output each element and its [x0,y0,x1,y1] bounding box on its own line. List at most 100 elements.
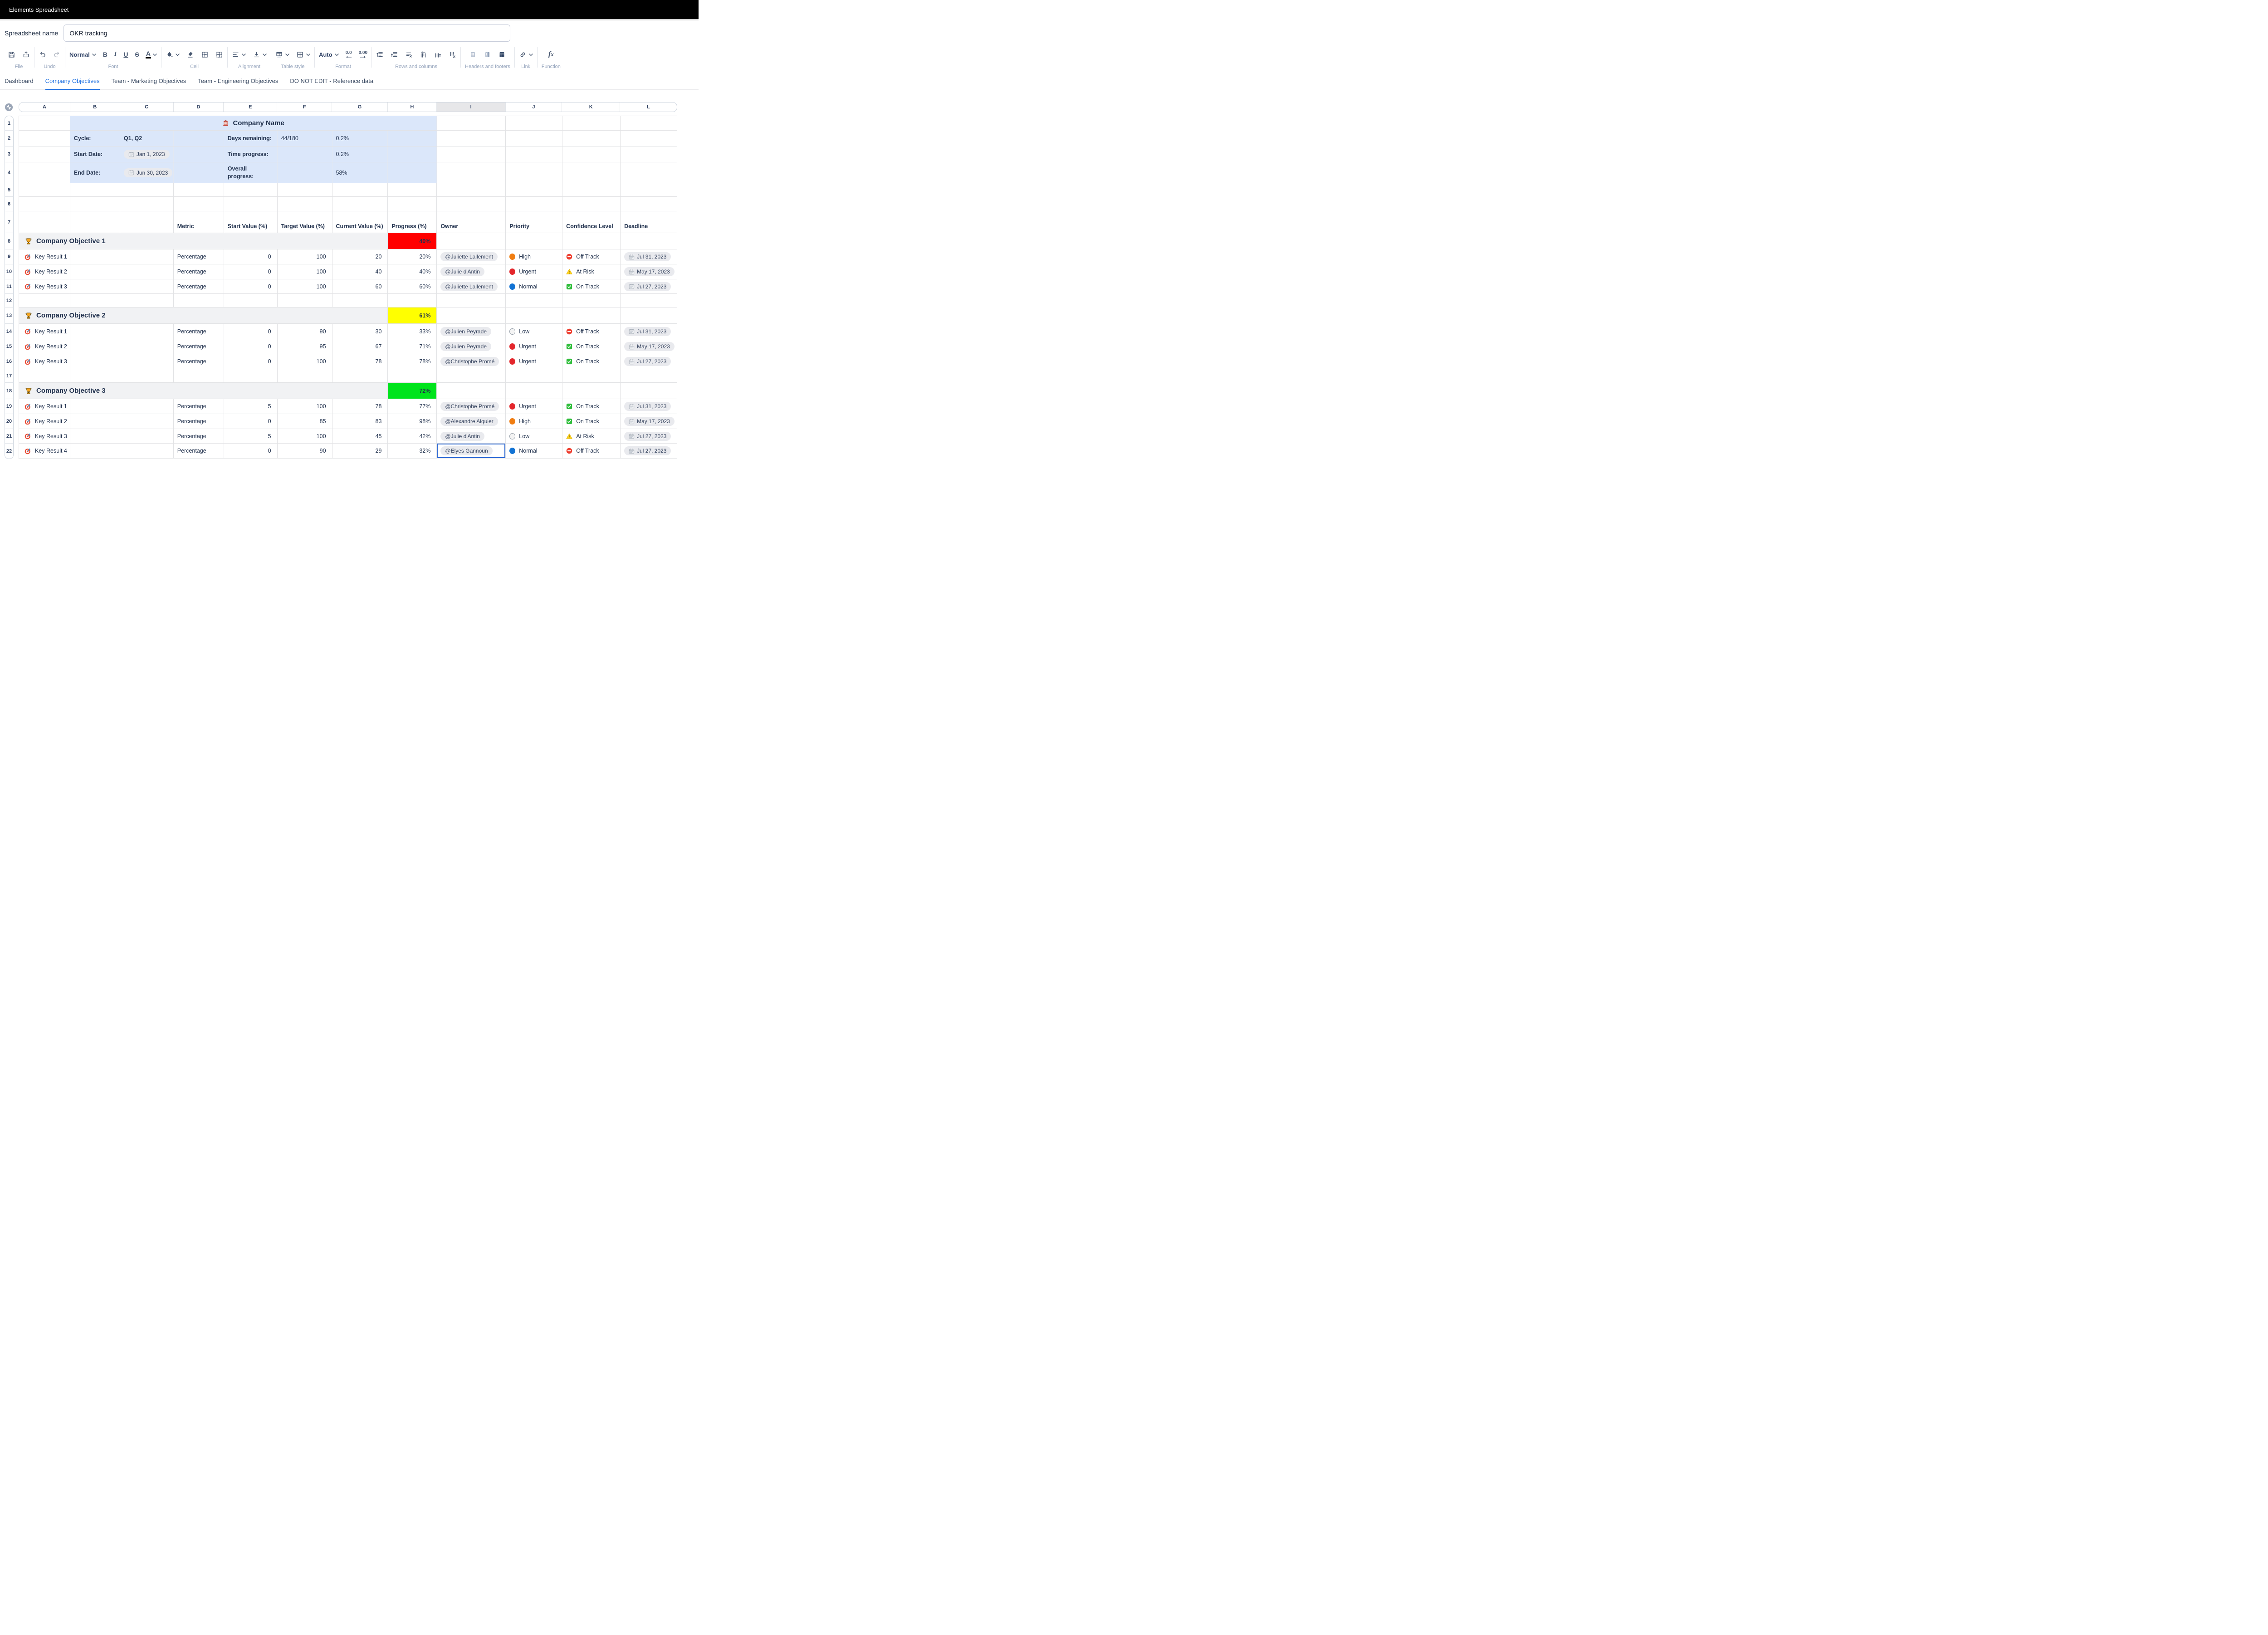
toolbar-fill-color-button[interactable] [166,50,180,59]
cell-B11[interactable] [70,279,120,293]
cell-J5[interactable] [506,183,562,196]
cell-L13[interactable] [621,307,677,323]
row-header-3[interactable]: 3 [5,146,13,162]
toolbar-underline-button[interactable]: U [123,51,128,58]
cell-B12[interactable] [70,294,120,307]
cell-C2[interactable]: Q1, Q2 [120,131,174,146]
cell-A3[interactable] [19,146,70,162]
cell-A8[interactable]: Company Objective 1 [19,233,388,249]
cell-H2[interactable] [388,131,437,146]
toolbar-decimal-increase-button[interactable]: 0.00 [359,50,367,59]
row-header-13[interactable]: 13 [5,307,13,324]
cell-I21[interactable]: @Julie d'Antin [437,429,506,443]
column-header-K[interactable]: K [562,102,620,112]
cell-D21[interactable]: Percentage [174,429,224,443]
cell-H8[interactable]: 40% [388,233,437,249]
cell-E14[interactable]: 0 [224,324,278,339]
row-header-11[interactable]: 11 [5,279,13,294]
cell-F3[interactable] [278,146,332,162]
cell-L21[interactable]: Jul 27, 2023 [621,429,677,443]
cell-B17[interactable] [70,369,120,382]
cell-E2[interactable]: Days remaining: [224,131,278,146]
row-header-16[interactable]: 16 [5,354,13,369]
row-header-8[interactable]: 8 [5,233,13,249]
cell-G5[interactable] [332,183,388,196]
cell-B10[interactable] [70,264,120,279]
cell-K15[interactable]: On Track [562,339,621,354]
cell-F22[interactable]: 90 [278,444,332,458]
cell-F7[interactable]: Target Value (%) [278,211,332,233]
toolbar-table-style-button[interactable] [275,50,289,59]
toolbar-align-horizontal-button[interactable] [232,50,246,59]
cell-J13[interactable] [506,307,562,323]
cell-D2[interactable] [174,131,224,146]
cell-K1[interactable] [562,116,621,130]
cell-C22[interactable] [120,444,174,458]
row-header-9[interactable]: 9 [5,249,13,264]
cell-K19[interactable]: On Track [562,399,621,414]
cell-H19[interactable]: 77% [388,399,437,414]
tab-team-engineering-objectives[interactable]: Team - Engineering Objectives [198,76,278,89]
cell-H18[interactable]: 72% [388,383,437,399]
row-header-21[interactable]: 21 [5,429,13,444]
cell-C11[interactable] [120,279,174,293]
cell-G2[interactable]: 0.2% [332,131,388,146]
cell-A22[interactable]: Key Result 4 [19,444,70,458]
cell-L19[interactable]: Jul 31, 2023 [621,399,677,414]
cell-I6[interactable] [437,197,506,211]
cell-L20[interactable]: May 17, 2023 [621,414,677,429]
cell-B20[interactable] [70,414,120,429]
cell-B9[interactable] [70,249,120,264]
cell-I11[interactable]: @Juliette Lallement [437,279,506,293]
cell-D3[interactable] [174,146,224,162]
toolbar-save-button[interactable] [8,51,15,59]
cell-F16[interactable]: 100 [278,354,332,369]
cell-D4[interactable] [174,162,224,183]
row-header-1[interactable]: 1 [5,116,13,131]
cell-G19[interactable]: 78 [332,399,388,414]
cell-A11[interactable]: Key Result 3 [19,279,70,293]
cell-B15[interactable] [70,339,120,354]
cell-A7[interactable] [19,211,70,233]
cell-C16[interactable] [120,354,174,369]
row-header-12[interactable]: 12 [5,294,13,307]
cell-I2[interactable] [437,131,506,146]
cell-H17[interactable] [388,369,437,382]
cell-F21[interactable]: 100 [278,429,332,443]
column-header-F[interactable]: F [277,102,332,112]
toolbar-border-outer-button[interactable] [201,51,209,59]
toolbar-bold-button[interactable]: B [103,51,108,58]
cell-H13[interactable]: 61% [388,307,437,323]
cell-H14[interactable]: 33% [388,324,437,339]
cell-F5[interactable] [278,183,332,196]
cell-J7[interactable]: Priority [506,211,562,233]
cell-E5[interactable] [224,183,278,196]
toolbar-align-vertical-button[interactable] [253,50,267,59]
cell-L12[interactable] [621,294,677,307]
toolbar-header-table-button[interactable] [498,51,506,59]
cell-F11[interactable]: 100 [278,279,332,293]
cell-H11[interactable]: 60% [388,279,437,293]
toolbar-font-color-button[interactable]: A [146,50,157,59]
cell-C6[interactable] [120,197,174,211]
cell-J16[interactable]: Urgent [506,354,562,369]
cell-B3[interactable]: Start Date: [70,146,120,162]
cell-A14[interactable]: Key Result 1 [19,324,70,339]
cell-F17[interactable] [278,369,332,382]
cell-E15[interactable]: 0 [224,339,278,354]
row-header-20[interactable]: 20 [5,414,13,429]
cell-L1[interactable] [621,116,677,130]
cell-K4[interactable] [562,162,621,183]
cell-E22[interactable]: 0 [224,444,278,458]
row-header-18[interactable]: 18 [5,383,13,399]
cell-L5[interactable] [621,183,677,196]
cell-I19[interactable]: @Christophe Promé [437,399,506,414]
cell-F15[interactable]: 95 [278,339,332,354]
cell-D19[interactable]: Percentage [174,399,224,414]
cell-D12[interactable] [174,294,224,307]
cell-K13[interactable] [562,307,621,323]
cell-C12[interactable] [120,294,174,307]
toolbar-strikethrough-button[interactable]: S [135,51,139,58]
cell-J1[interactable] [506,116,562,130]
cell-E16[interactable]: 0 [224,354,278,369]
